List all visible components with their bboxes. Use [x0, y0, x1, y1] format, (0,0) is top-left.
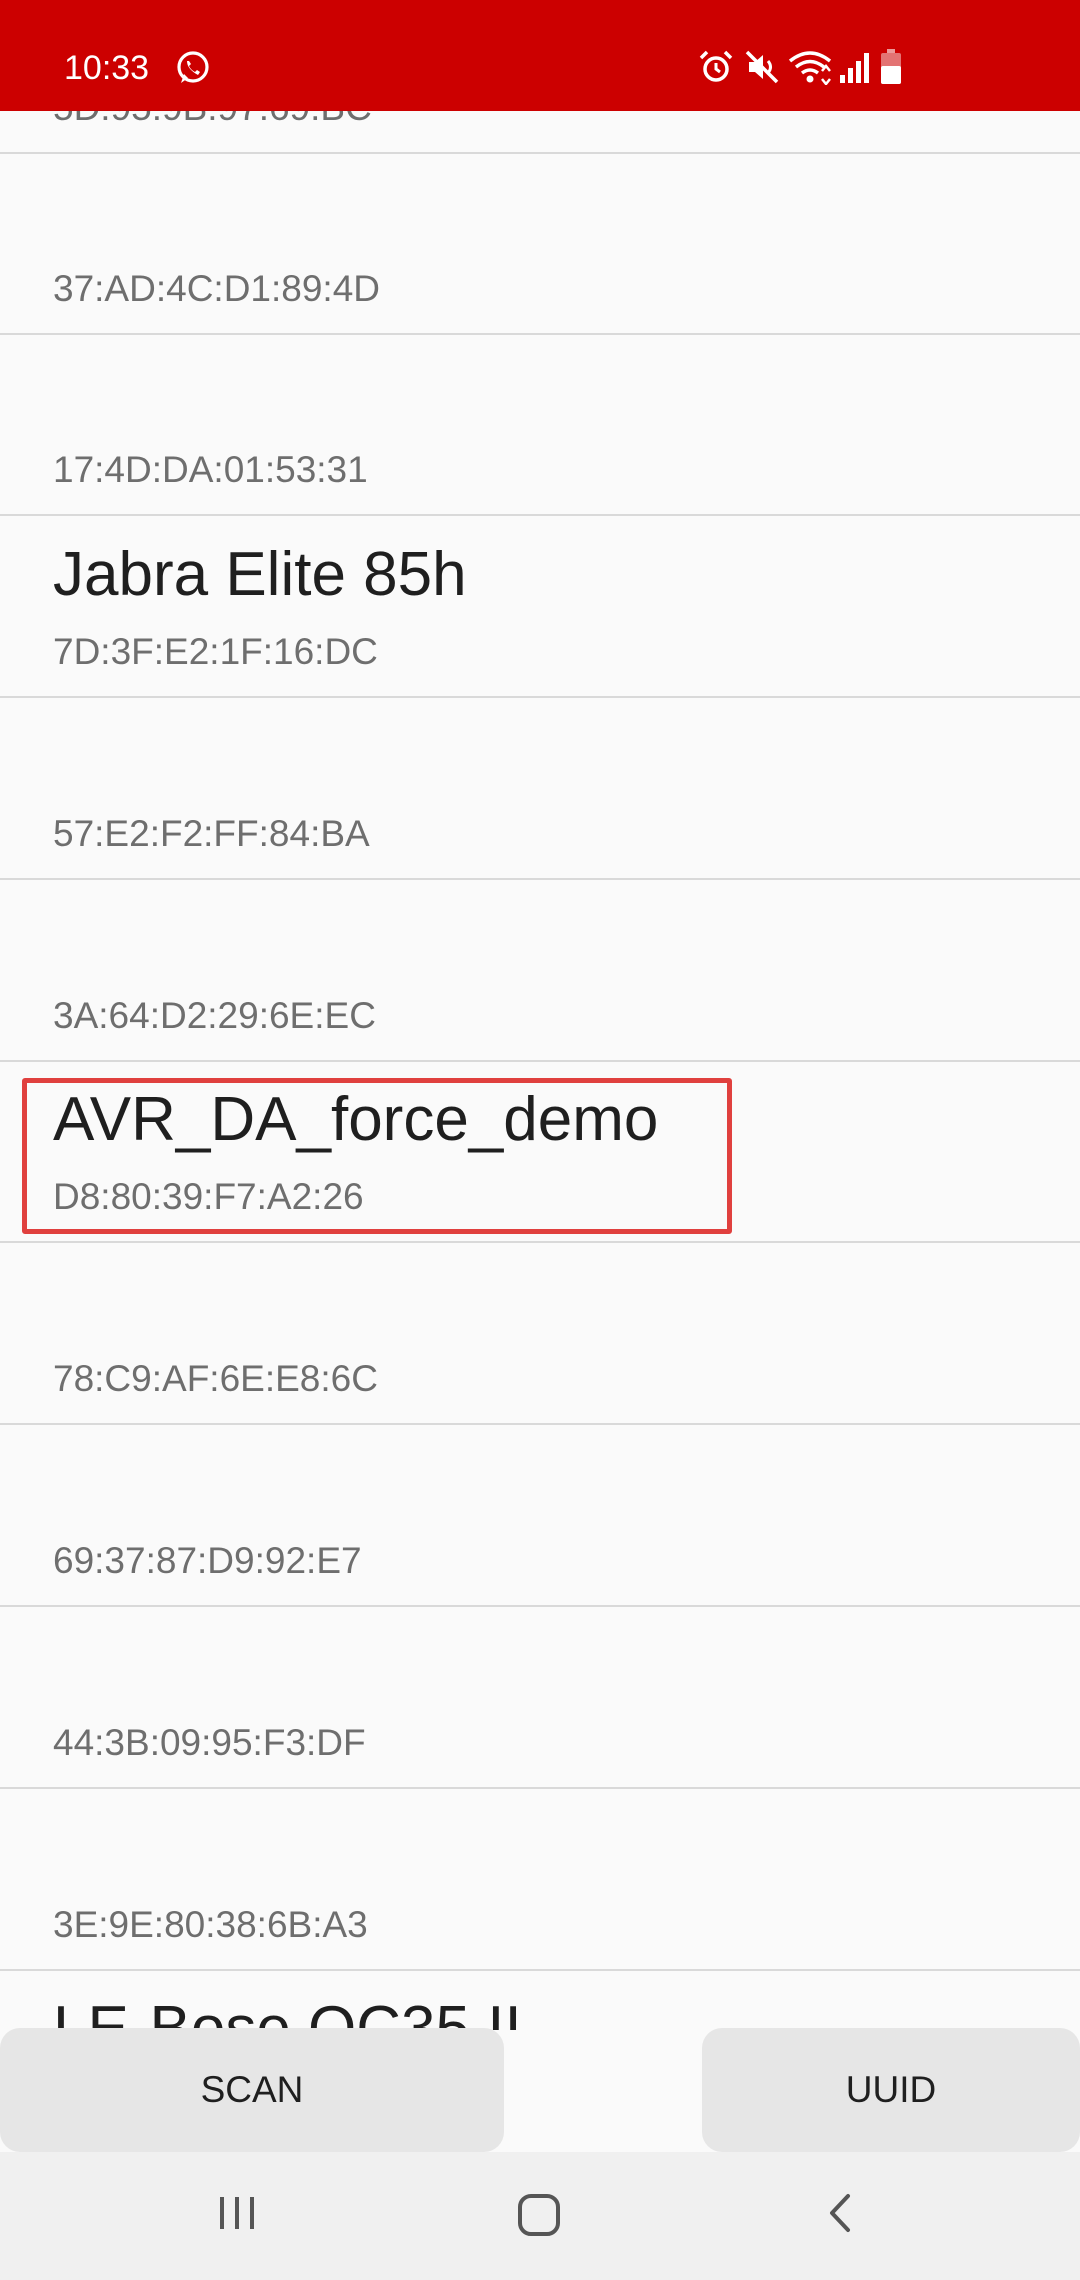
device-name: Jabra Elite 85h: [53, 540, 467, 609]
list-item[interactable]: 37:AD:4C:D1:89:4D: [0, 154, 1080, 335]
device-address: 17:4D:DA:01:53:31: [53, 449, 368, 490]
whatsapp-icon: [174, 49, 212, 92]
navigation-bar: [0, 2152, 1080, 2280]
wifi-icon: [788, 49, 832, 90]
mute-icon: [744, 49, 780, 90]
list-item[interactable]: 69:37:87:D9:92:E7: [0, 1426, 1080, 1607]
device-address: 44:3B:09:95:F3:DF: [53, 1722, 366, 1763]
device-address: 7D:3F:E2:1F:16:DC: [53, 631, 378, 672]
list-item[interactable]: 44:3B:09:95:F3:DF: [0, 1608, 1080, 1789]
list-item[interactable]: Jabra Elite 85h 7D:3F:E2:1F:16:DC: [0, 517, 1080, 698]
device-address: 78:C9:AF:6E:E8:6C: [53, 1358, 378, 1399]
uuid-button[interactable]: UUID: [702, 2028, 1080, 2152]
device-address: 3A:64:D2:29:6E:EC: [53, 995, 376, 1036]
recent-apps-icon[interactable]: [214, 2190, 260, 2241]
device-address: 57:E2:F2:FF:84:BA: [53, 813, 370, 854]
list-item[interactable]: 3A:64:D2:29:6E:EC: [0, 881, 1080, 1062]
home-icon[interactable]: [514, 2190, 564, 2245]
list-item[interactable]: LE-Bose QC35 II: [0, 1971, 1080, 2030]
signal-icon: [838, 49, 872, 90]
device-address: 37:AD:4C:D1:89:4D: [53, 268, 381, 309]
list-item[interactable]: 17:4D:DA:01:53:31: [0, 335, 1080, 516]
scan-button[interactable]: SCAN: [0, 2028, 504, 2152]
status-bar: 10:33: [0, 0, 1080, 111]
device-address: 3E:9E:80:38:6B:A3: [53, 1904, 368, 1945]
status-time: 10:33: [64, 49, 150, 87]
alarm-icon: [698, 49, 734, 90]
device-name: LE-Bose QC35 II: [53, 1994, 522, 2030]
list-item[interactable]: 78:C9:AF:6E:E8:6C: [0, 1244, 1080, 1425]
list-item[interactable]: 3E:9E:80:38:6B:A3: [0, 1790, 1080, 1971]
device-address: 69:37:87:D9:92:E7: [53, 1540, 362, 1581]
back-icon[interactable]: [818, 2190, 864, 2241]
highlight-box: [22, 1078, 732, 1234]
battery-icon: [880, 49, 902, 90]
device-list[interactable]: 5D:95:9B:97:69:BC 37:AD:4C:D1:89:4D 17:4…: [0, 0, 1080, 2030]
list-item[interactable]: 57:E2:F2:FF:84:BA: [0, 699, 1080, 880]
